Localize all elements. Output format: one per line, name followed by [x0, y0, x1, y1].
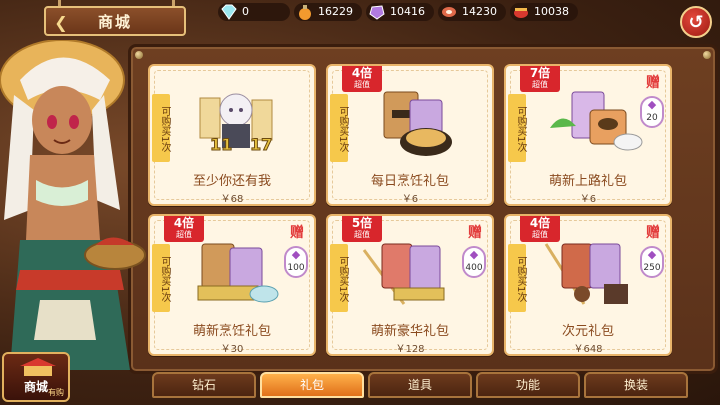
title-plaque: ❮ 商城 — [44, 6, 186, 36]
package-price: ￥128 — [395, 344, 425, 355]
currency-value: 16229 — [318, 5, 353, 18]
currency-bar: 0 16229 10416 14230 10038 — [218, 3, 578, 23]
package-card-4[interactable]: 4倍 超值 赠 ◆ 100 可购买1次 萌新烹饪礼包 ￥30 — [148, 214, 316, 356]
shop-screen: ❮ 商城 0 16229 10416 14230 10038 ↺ 可购买1次 1… — [0, 0, 720, 405]
shop-logo-sub: 有购 — [48, 388, 64, 397]
shopkeeper-character — [0, 39, 150, 405]
package-price: ￥30 — [220, 344, 244, 355]
multiplier-text: 5倍 — [351, 216, 373, 230]
package-card-6[interactable]: 4倍 超值 赠 ◆ 250 可购买1次 次元礼包 ￥648 — [504, 214, 672, 356]
page-title: 商城 — [98, 12, 133, 31]
potion-icon — [299, 5, 311, 20]
tab-items[interactable]: 道具 — [368, 372, 472, 398]
package-name: 次元礼包 — [561, 324, 614, 339]
package-art-dimension — [544, 243, 628, 305]
shopkeeper-illustration — [0, 39, 146, 370]
return-button[interactable]: ↺ — [680, 6, 712, 38]
package-price: ￥6 — [579, 194, 597, 205]
package-price: ￥6 — [401, 194, 419, 205]
multiplier-text: 4倍 — [351, 66, 373, 80]
package-card-5[interactable]: 5倍 超值 赠 ◆ 400 可购买1次 萌新豪华礼包 ￥128 — [326, 214, 494, 356]
multiplier-text: 4倍 — [173, 216, 195, 230]
currency-meat: 14230 — [438, 3, 506, 21]
purchase-limit-tag: 可购买1次 — [330, 244, 348, 312]
package-price: ￥648 — [573, 344, 603, 355]
currency-value: 0 — [242, 5, 249, 18]
multiplier-text: 4倍 — [529, 216, 551, 230]
pot-icon — [514, 8, 528, 18]
tab-outfits[interactable]: 换装 — [584, 372, 688, 398]
back-arrow-icon[interactable]: ❮ — [48, 10, 74, 34]
currency-pot: 10038 — [510, 3, 578, 21]
tab-gift-pack[interactable]: 礼包 — [260, 372, 364, 398]
shop-logo-label: 商城 — [23, 380, 48, 394]
package-name: 至少你还有我 — [192, 174, 271, 189]
purchase-limit-tag: 可购买1次 — [152, 244, 170, 312]
package-art-starter — [550, 91, 643, 151]
tab-functions[interactable]: 功能 — [476, 372, 580, 398]
shop-stall-icon — [20, 358, 56, 376]
package-name: 每日烹饪礼包 — [370, 174, 449, 189]
currency-value: 14230 — [462, 5, 497, 18]
package-art-cooking — [383, 91, 452, 156]
package-price: ￥68 — [220, 194, 244, 205]
package-name: 萌新烹饪礼包 — [192, 324, 271, 339]
svg-text:11: 11 — [210, 135, 232, 154]
amethyst-icon — [369, 5, 385, 20]
package-card-1[interactable]: 可购买1次 11 17 至少你还有我 ￥68 — [148, 64, 316, 206]
currency-value: 10038 — [534, 5, 569, 18]
package-art-deluxe — [362, 243, 445, 305]
currency-amethyst: 10416 — [366, 3, 434, 21]
purchase-limit-tag: 可购买1次 — [330, 94, 348, 162]
nail-icon — [703, 51, 711, 59]
purchase-limit-tag: 可购买1次 — [152, 94, 170, 162]
purchase-limit-tag: 可购买1次 — [508, 244, 526, 312]
tab-diamond[interactable]: 钻石 — [152, 372, 256, 398]
package-name: 萌新上路礼包 — [548, 174, 627, 189]
diamond-icon — [221, 4, 237, 20]
currency-value: 10416 — [390, 5, 425, 18]
purchase-limit-tag: 可购买1次 — [508, 94, 526, 162]
multiplier-text: 7倍 — [529, 66, 551, 80]
currency-potion: 16229 — [294, 3, 362, 21]
package-name: 萌新豪华礼包 — [370, 324, 449, 339]
category-tabs: 钻石 礼包 道具 功能 换装 — [152, 372, 718, 402]
svg-text:17: 17 — [250, 135, 272, 154]
package-card-2[interactable]: 4倍 超值 可购买1次 每日烹饪礼包 ￥6 — [326, 64, 494, 206]
currency-diamond: 0 — [218, 3, 290, 21]
shop-logo: 商城 有购 — [2, 352, 70, 402]
package-card-3[interactable]: 7倍 超值 赠 ◆ 20 可购买1次 萌新上路礼包 ￥6 — [504, 64, 672, 206]
meat-icon — [442, 7, 456, 17]
package-art-cooking-pack — [197, 243, 279, 303]
package-art-chibi: 11 17 — [199, 93, 273, 155]
